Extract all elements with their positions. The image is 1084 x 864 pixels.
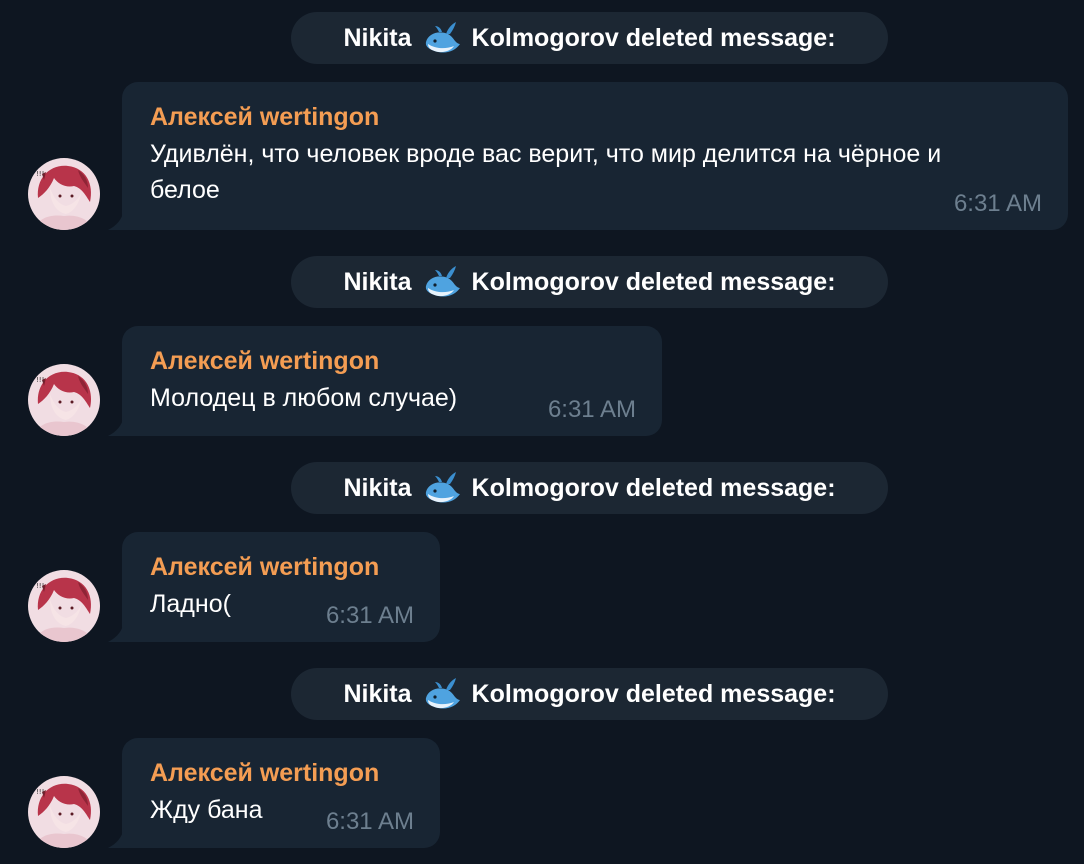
message-time: 6:31 AM [325,808,414,835]
avatar[interactable]: !!! [28,158,100,230]
message-bubble[interactable]: Алексей wertingon Жду бана 6:31 AM [122,738,440,848]
svg-text:!!!: !!! [36,788,44,796]
message-bubble[interactable]: Алексей wertingon Удивлён, что человек в… [122,82,1068,230]
bubble-tail [108,828,130,848]
svg-text:!!!: !!! [36,376,44,384]
service-message: Nikita Kolmogorov deleted message: [291,668,888,720]
avatar[interactable]: !!! [28,776,100,848]
sender-name[interactable]: Алексей wertingon [150,758,414,788]
service-message: Nikita Kolmogorov deleted message: [291,256,888,308]
whale-icon [422,264,462,300]
message-time: 6:31 AM [325,602,414,629]
service-message: Nikita Kolmogorov deleted message: [291,462,888,514]
service-actor-last-name: Kolmogorov deleted message: [471,473,836,502]
service-actor-last-name: Kolmogorov deleted message: [471,679,836,708]
service-actor-first-name: Nikita [343,267,412,296]
service-actor-first-name: Nikita [343,23,412,52]
avatar[interactable]: !!! [28,364,100,436]
sender-name[interactable]: Алексей wertingon [150,102,1042,132]
message-time: 6:31 AM [547,396,636,423]
sender-name[interactable]: Алексей wertingon [150,552,414,582]
message-text: Удивлён, что человек вроде вас верит, чт… [150,140,942,204]
message-time: 6:31 AM [953,190,1042,217]
svg-text:!!!: !!! [36,170,44,178]
whale-icon [422,20,462,56]
whale-icon [422,676,462,712]
svg-text:!!!: !!! [36,582,44,590]
service-actor-last-name: Kolmogorov deleted message: [471,267,836,296]
sender-name[interactable]: Алексей wertingon [150,346,636,376]
service-actor-first-name: Nikita [343,679,412,708]
bubble-tail [108,416,130,436]
message-bubble[interactable]: Алексей wertingon Молодец в любом случае… [122,326,662,436]
service-actor-first-name: Nikita [343,473,412,502]
service-message: Nikita Kolmogorov deleted message: [291,12,888,64]
bubble-tail [108,622,130,642]
bubble-tail [108,210,130,230]
service-actor-last-name: Kolmogorov deleted message: [471,23,836,52]
whale-icon [422,470,462,506]
avatar[interactable]: !!! [28,570,100,642]
message-bubble[interactable]: Алексей wertingon Ладно( 6:31 AM [122,532,440,642]
